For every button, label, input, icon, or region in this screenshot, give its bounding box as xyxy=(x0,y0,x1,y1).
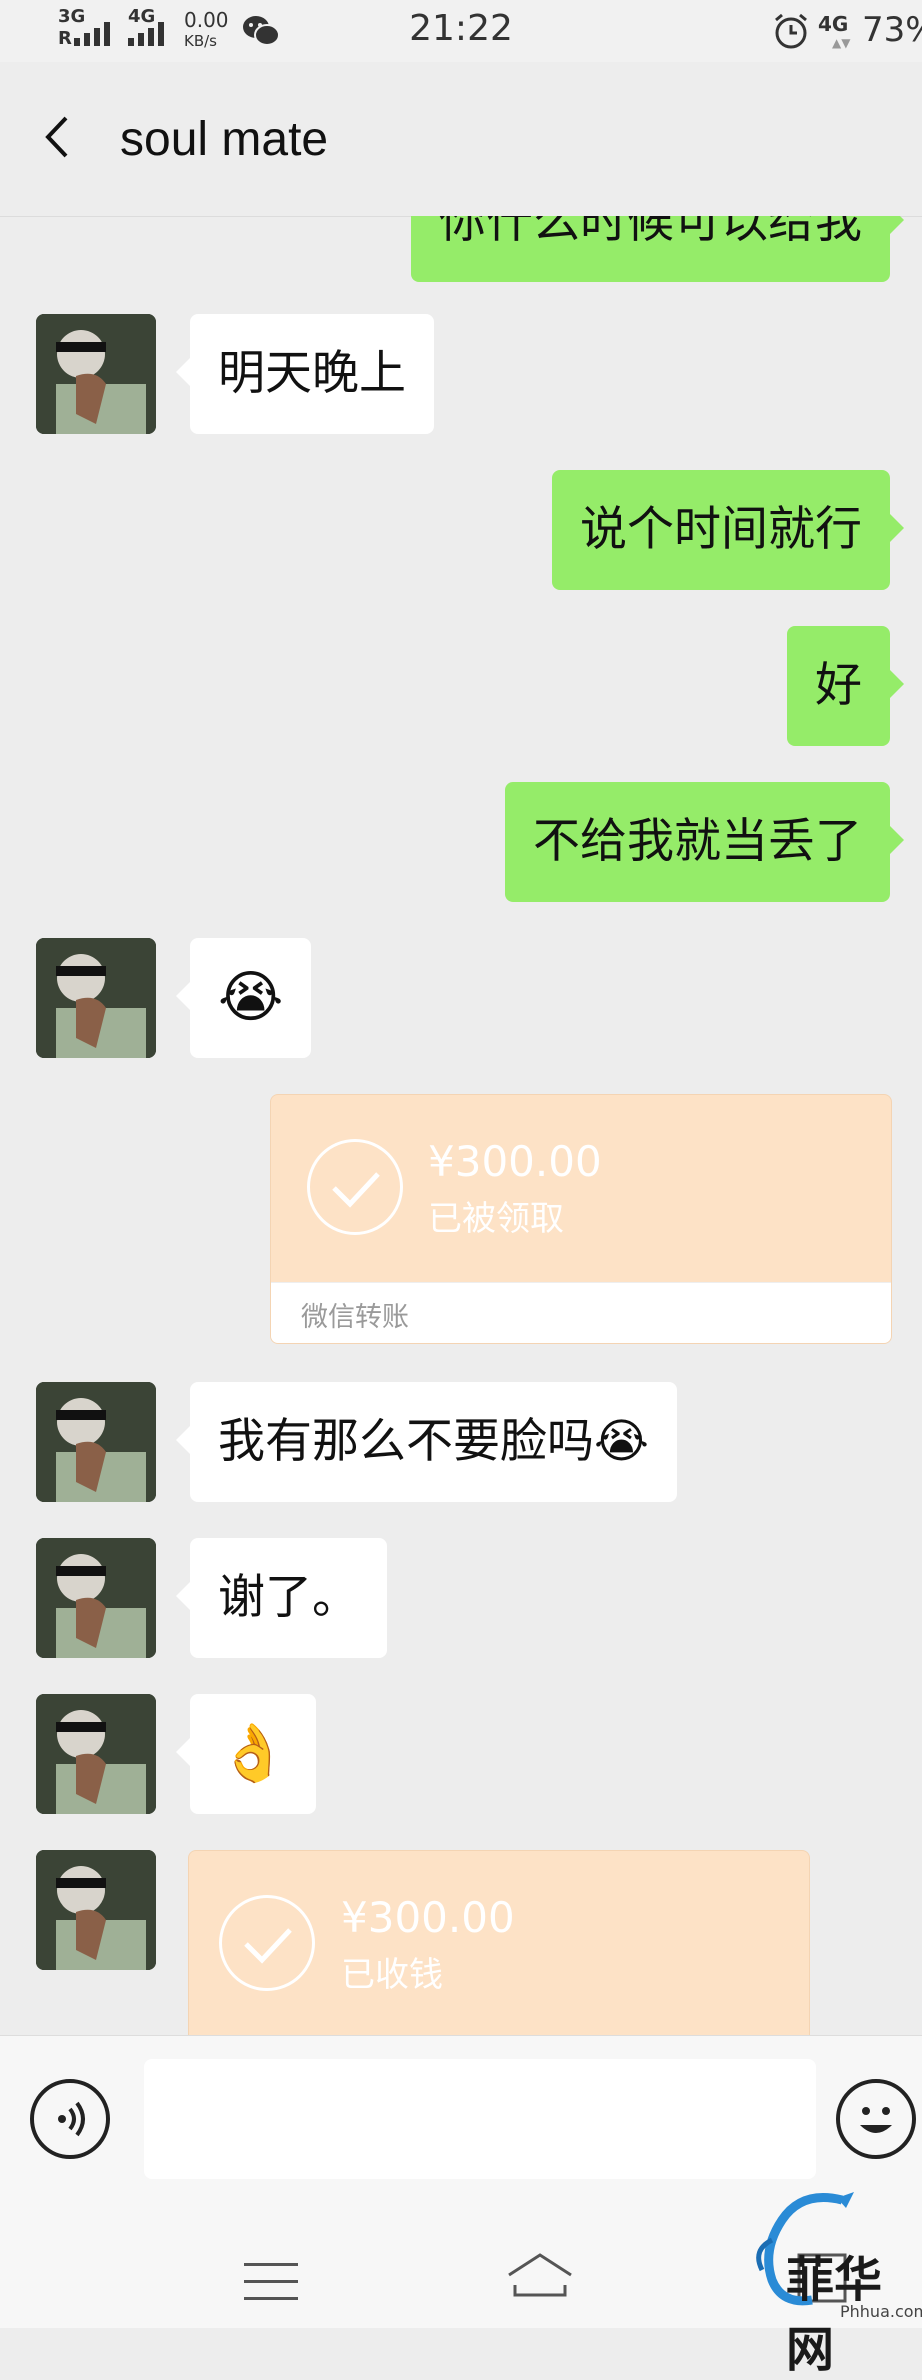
site-watermark: 菲华网 Phhua.com xyxy=(742,2190,922,2378)
status-bar: 3G R 4G 0.00 KB/s 21:22 4G ▲▼ 73% xyxy=(0,0,922,62)
check-circle-icon xyxy=(307,1139,403,1235)
chat-header: soul mate xyxy=(0,62,922,217)
transfer-status: 已收钱 xyxy=(341,1955,443,1995)
home-icon[interactable] xyxy=(505,2251,575,2307)
message-input[interactable] xyxy=(144,2059,816,2179)
message-sent[interactable]: 说个时间就行 xyxy=(552,470,904,590)
transfer-card-sent[interactable]: ¥300.00 已被领取 微信转账 xyxy=(270,1094,892,1344)
smiley-icon xyxy=(860,2107,892,2133)
transfer-amount: ¥300.00 xyxy=(428,1137,602,1186)
data-arrows-icon: ▲▼ xyxy=(832,36,851,50)
contact-avatar[interactable] xyxy=(36,938,156,1058)
message-sent[interactable]: 好 xyxy=(787,626,904,746)
message-sent[interactable]: 不给我就当丢了 xyxy=(505,782,904,902)
alarm-icon xyxy=(775,13,807,49)
transfer-label: 微信转账 xyxy=(301,1302,409,1333)
menu-icon[interactable] xyxy=(244,2261,298,2303)
contact-avatar[interactable] xyxy=(36,1694,156,1814)
network-type-3: 4G xyxy=(818,12,849,36)
transfer-card-received[interactable]: ¥300.00 已收钱 xyxy=(188,1850,810,2035)
transfer-amount: ¥300.00 xyxy=(341,1893,515,1942)
transfer-status: 已被领取 xyxy=(428,1199,564,1239)
message-received[interactable]: 明天晚上 xyxy=(176,314,434,434)
message-list[interactable]: 你什么时候可以给我 明天晚上 说个时间就行 好 不给我就当丢了 😭 ¥300.0… xyxy=(0,216,922,2035)
message-received[interactable]: 谢了。 xyxy=(176,1538,387,1658)
contact-avatar[interactable] xyxy=(36,314,156,434)
back-arrow-icon[interactable] xyxy=(36,114,82,160)
message-received-emoji[interactable]: 😭 xyxy=(175,938,312,1058)
contact-avatar[interactable] xyxy=(36,1850,156,1970)
voice-icon xyxy=(58,2101,85,2137)
message-received-emoji[interactable]: 👌 xyxy=(176,1694,316,1814)
contact-avatar[interactable] xyxy=(36,1538,156,1658)
watermark-site: Phhua.com xyxy=(840,2302,922,2321)
chat-title: soul mate xyxy=(120,113,329,166)
contact-avatar[interactable] xyxy=(36,1382,156,1502)
check-circle-icon xyxy=(219,1895,315,1991)
transfer-footer: 微信转账 xyxy=(271,1282,891,1343)
message-received[interactable]: 我有那么不要脸吗😭 xyxy=(176,1382,677,1502)
message-sent[interactable]: 你什么时候可以给我 xyxy=(411,216,904,282)
battery-level: 73% xyxy=(862,10,922,50)
emoji-button[interactable] xyxy=(836,2079,916,2159)
voice-input-button[interactable] xyxy=(30,2079,110,2159)
